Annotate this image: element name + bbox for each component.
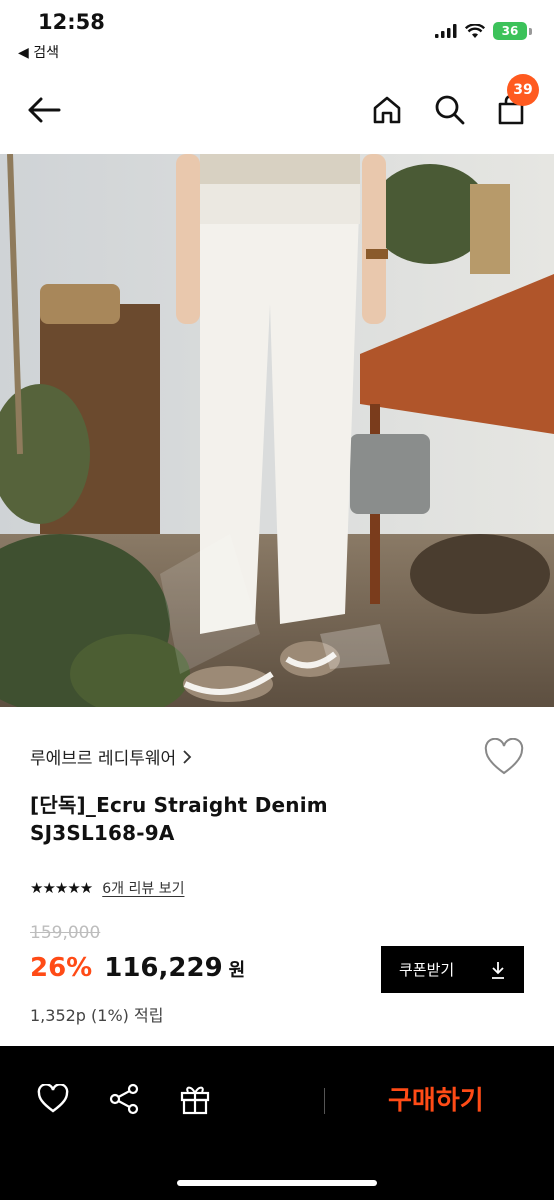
currency: 원 xyxy=(228,960,246,981)
back-to-search-link[interactable]: ◀ 검색 xyxy=(18,42,59,62)
cart-count-badge: 39 xyxy=(507,74,539,106)
review-link[interactable]: 6개 리뷰 보기 xyxy=(102,878,184,898)
status-icons: 36 xyxy=(435,22,532,40)
home-indicator xyxy=(177,1180,377,1186)
back-arrow-icon[interactable] xyxy=(26,92,62,128)
price-row: 26% 116,229 원 xyxy=(30,953,245,983)
heart-icon[interactable] xyxy=(36,1082,70,1116)
battery-icon: 36 xyxy=(493,22,527,40)
brand-name: 루에브르 레디투웨어 xyxy=(30,749,177,769)
wifi-icon xyxy=(465,23,485,38)
reward-points: 1,352p (1%) 적립 xyxy=(30,1006,164,1025)
rating-row: ★★★★★ 6개 리뷰 보기 xyxy=(30,878,184,898)
coupon-button[interactable]: 쿠폰받기 xyxy=(381,946,524,993)
search-icon[interactable] xyxy=(432,92,468,128)
battery-tip xyxy=(529,27,532,35)
signal-icon xyxy=(435,24,457,38)
share-icon[interactable] xyxy=(107,1082,141,1116)
sale-price: 116,229 xyxy=(104,953,223,983)
divider xyxy=(324,1088,325,1114)
chevron-right-icon xyxy=(183,749,192,764)
wishlist-heart-icon[interactable] xyxy=(484,737,524,778)
product-title: [단독]_Ecru Straight Denim xyxy=(30,793,328,817)
top-nav xyxy=(0,80,554,140)
product-code: SJ3SL168-9A xyxy=(30,821,175,845)
brand-link[interactable]: 루에브르 레디투웨어 xyxy=(30,744,192,769)
bottom-action-bar: 구매하기 xyxy=(0,1046,554,1200)
buy-button[interactable]: 구매하기 xyxy=(388,1080,484,1117)
original-price: 159,000 xyxy=(30,923,101,943)
rating-stars: ★★★★★ xyxy=(30,879,93,897)
product-image[interactable] xyxy=(0,154,554,707)
status-time: 12:58 xyxy=(38,10,105,34)
home-icon[interactable] xyxy=(369,92,405,128)
download-icon xyxy=(492,961,504,979)
discount-rate: 26% xyxy=(30,953,93,983)
status-bar: 12:58 ◀ 검색 36 xyxy=(0,0,554,70)
gift-icon[interactable] xyxy=(178,1082,212,1116)
coupon-label: 쿠폰받기 xyxy=(399,961,455,979)
